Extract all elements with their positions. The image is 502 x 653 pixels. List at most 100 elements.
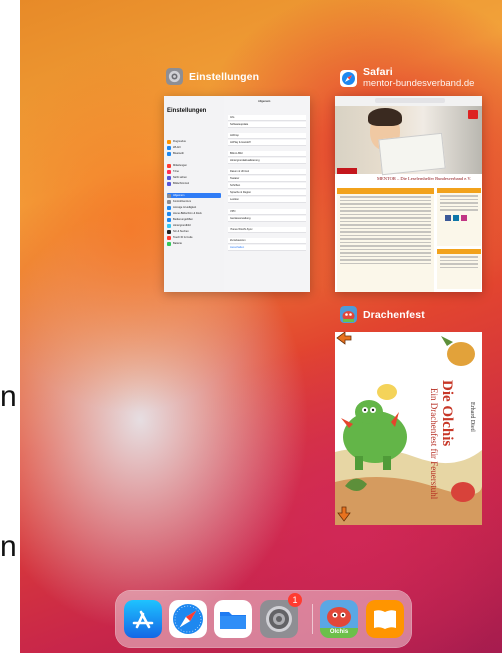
sidebar-item-label: Bluetooth xyxy=(173,152,184,155)
sidebar-item-icon xyxy=(167,241,171,246)
sidebar-item: Mitteilungen xyxy=(167,163,221,168)
sidebar-item-label: Home-Bildschirm & Dock xyxy=(173,212,202,215)
sidebar-item-icon xyxy=(167,151,171,156)
sidebar-item: Nicht stören xyxy=(167,175,221,180)
previous-screen-edge: n n xyxy=(0,0,20,653)
sidebar-item: Hintergrundbild xyxy=(167,223,221,228)
sidebar-item-icon xyxy=(167,217,171,222)
sidebar-item-label: Flugmodus xyxy=(173,140,186,143)
sidebar-item: Bedienungshilfen xyxy=(167,217,221,222)
sidebar-item: Touch ID & Code xyxy=(167,235,221,240)
settings-row: Datum & Uhrzeit xyxy=(228,169,306,175)
cut-off-letter: n xyxy=(0,380,17,413)
sidebar-item-icon xyxy=(167,163,171,168)
book-image xyxy=(378,132,446,176)
sidebar-item-label: Hintergrundbild xyxy=(173,224,191,227)
sidebar-item-label: Bedienungshilfen xyxy=(173,218,193,221)
sidebar-item: Töne xyxy=(167,169,221,174)
sidebar-item-label: Siri & Suchen xyxy=(173,230,189,233)
app-label-safari: Safari mentor-bundesverband.de xyxy=(340,67,474,89)
sidebar-item-icon xyxy=(167,235,171,240)
sidebar-item-icon xyxy=(167,139,171,144)
olchis-app-icon[interactable]: Olchis xyxy=(320,600,358,638)
app-name: Safari xyxy=(363,66,393,78)
sidebar-item-label: Mitteilungen xyxy=(173,164,187,167)
app-card-settings[interactable]: Einstellungen Flugmodus WLAN Bluetooth Mitt… xyxy=(164,96,310,292)
sidebar-item: Batterie xyxy=(167,241,221,246)
settings-row: Ausschalten xyxy=(228,245,306,251)
child-hair xyxy=(368,108,402,126)
books-icon[interactable] xyxy=(366,600,404,638)
app-name: Einstellungen xyxy=(189,70,260,83)
settings-icon xyxy=(166,68,183,85)
sidebar-item: Siri & Suchen xyxy=(167,229,221,234)
sidebar-item-icon xyxy=(167,205,171,210)
settings-row-label: Bild-in-Bild xyxy=(230,152,243,155)
settings-row-label: VPN xyxy=(230,210,236,213)
article-block xyxy=(337,188,434,292)
settings-row-label: Schriften xyxy=(230,184,241,187)
sidebar-item-label: WLAN xyxy=(173,146,181,149)
safari-icon[interactable] xyxy=(169,600,207,638)
settings-row: Geräteverwaltung xyxy=(228,216,306,222)
settings-row: Schriften xyxy=(228,183,306,189)
sidebar-item-icon xyxy=(167,211,171,216)
settings-row: AirPlay & Handoff xyxy=(228,140,306,146)
settings-row: Zurücksetzen xyxy=(228,238,306,244)
cover-title-2: Ein Drachenfest für Feuerstuhl xyxy=(429,388,439,500)
sidebar-item-icon xyxy=(167,199,171,204)
sidebar-item-label: Allgemein xyxy=(173,194,185,197)
settings-row: Info xyxy=(228,115,306,121)
settings-row-label: Geräteverwaltung xyxy=(230,217,251,220)
settings-row-label: Hintergrundaktualisierung xyxy=(230,159,260,162)
sidebar-item-label: Kontrollzentrum xyxy=(173,200,192,203)
dock: 1 Olchis xyxy=(115,590,412,648)
settings-row: Sprache & Region xyxy=(228,190,306,196)
sidebar-item: WLAN xyxy=(167,145,221,150)
sidebar-item-icon xyxy=(167,223,171,228)
sidebar-item-icon xyxy=(167,181,171,186)
app-card-safari[interactable]: MENTOR – Die Leselernhelfer Bundesverban… xyxy=(335,96,482,292)
pane-title: Allgemein xyxy=(258,100,271,103)
mentor-logo xyxy=(337,168,357,174)
app-card-game[interactable]: Die Olchis Ein Drachenfest für Feuerstuh… xyxy=(335,332,482,525)
settings-row-label: Info xyxy=(230,116,235,119)
sidebar-item: Anzeige & Helligkeit xyxy=(167,205,221,210)
sidebar-item-icon xyxy=(167,145,171,150)
sidebar-item: Bildschirmzeit xyxy=(167,181,221,186)
sidebar-item-label: Bildschirmzeit xyxy=(173,182,189,185)
settings-row: iTunes WLAN-Sync xyxy=(228,227,306,233)
sidebar-item-label: Touch ID & Code xyxy=(173,236,193,239)
sidebar-item: Allgemein xyxy=(167,193,221,198)
sidebar-item: Kontrollzentrum xyxy=(167,199,221,204)
sidebar-item-icon xyxy=(167,193,171,198)
app-label-settings: Einstellungen xyxy=(166,68,259,85)
sidebar-item-label: Töne xyxy=(173,170,179,173)
cover-author: Erhard Dietl xyxy=(469,402,475,432)
site-tagline: MENTOR – Die Leselernhelfer Bundesverban… xyxy=(377,176,472,181)
settings-row-label: Ausschalten xyxy=(230,246,245,249)
settings-pane: Allgemein Info Softwareupdate AirDrop AirPl… xyxy=(224,96,310,292)
notification-badge: 1 xyxy=(288,593,302,607)
settings-row: Softwareupdate xyxy=(228,122,306,128)
sidebar-item-icon xyxy=(167,175,171,180)
app-store-icon[interactable] xyxy=(124,600,162,638)
files-icon[interactable] xyxy=(214,600,252,638)
app-label-game: Drachenfest xyxy=(340,306,425,323)
settings-row-label: Tastatur xyxy=(230,177,240,180)
settings-row-label: Lexikon xyxy=(230,198,239,201)
sidebar-title: Einstellungen xyxy=(167,108,207,114)
sidebar-item-label: Nicht stören xyxy=(173,176,187,179)
settings-row-label: iTunes WLAN-Sync xyxy=(230,228,253,231)
settings-row-label: Softwareupdate xyxy=(230,123,249,126)
sidebar-item-icon xyxy=(167,229,171,234)
address-bar xyxy=(375,98,445,103)
hero-photo xyxy=(335,106,482,176)
settings-row-label: AirPlay & Handoff xyxy=(230,141,251,144)
olchis-label: Olchis xyxy=(329,629,349,635)
settings-row: Hintergrundaktualisierung xyxy=(228,158,306,164)
page-domain: mentor-bundesverband.de xyxy=(363,78,475,89)
settings-row-label: Datum & Uhrzeit xyxy=(230,170,250,173)
settings-sidebar: Einstellungen Flugmodus WLAN Bluetooth Mitt… xyxy=(164,96,225,292)
sidebar-item-icon xyxy=(167,169,171,174)
